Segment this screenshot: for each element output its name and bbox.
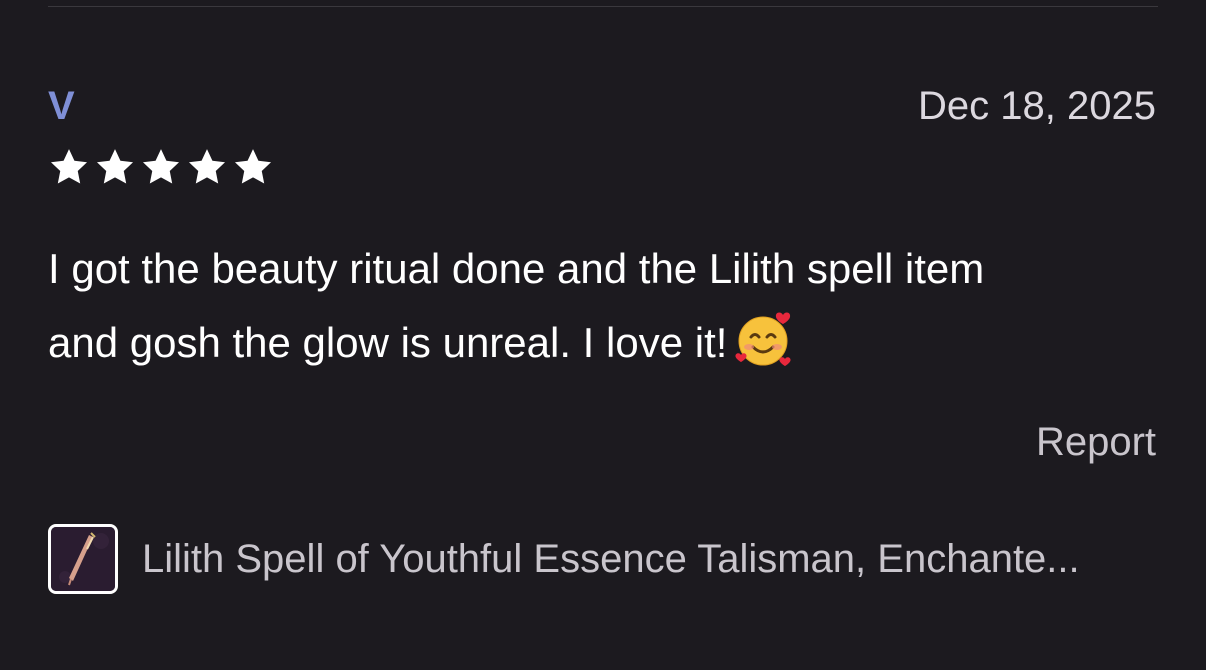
- smiling-face-with-hearts-icon: [735, 312, 791, 366]
- star-icon: [50, 149, 88, 184]
- star-icon: [234, 149, 272, 184]
- star-icon: [96, 149, 134, 184]
- review-text-line-content: and gosh the glow is unreal. I love it!: [48, 319, 728, 366]
- review-date: Dec 18, 2025: [918, 84, 1156, 128]
- talisman-pendant-icon: [51, 527, 115, 591]
- report-link[interactable]: Report: [1036, 420, 1156, 464]
- review-text-line: I got the beauty ritual done and the Lil…: [48, 245, 985, 292]
- product-link[interactable]: Lilith Spell of Youthful Essence Talisma…: [48, 524, 1080, 594]
- star-icon: [142, 149, 180, 184]
- top-divider: [48, 6, 1158, 7]
- star-icon: [188, 149, 226, 184]
- product-thumbnail[interactable]: [48, 524, 118, 594]
- reviewer-name: V: [48, 84, 75, 128]
- star-rating: [48, 146, 274, 188]
- product-title: Lilith Spell of Youthful Essence Talisma…: [142, 537, 1080, 581]
- review-text: I got the beauty ritual done and the Lil…: [48, 232, 1168, 380]
- review-text-line: and gosh the glow is unreal. I love it!: [48, 306, 1168, 380]
